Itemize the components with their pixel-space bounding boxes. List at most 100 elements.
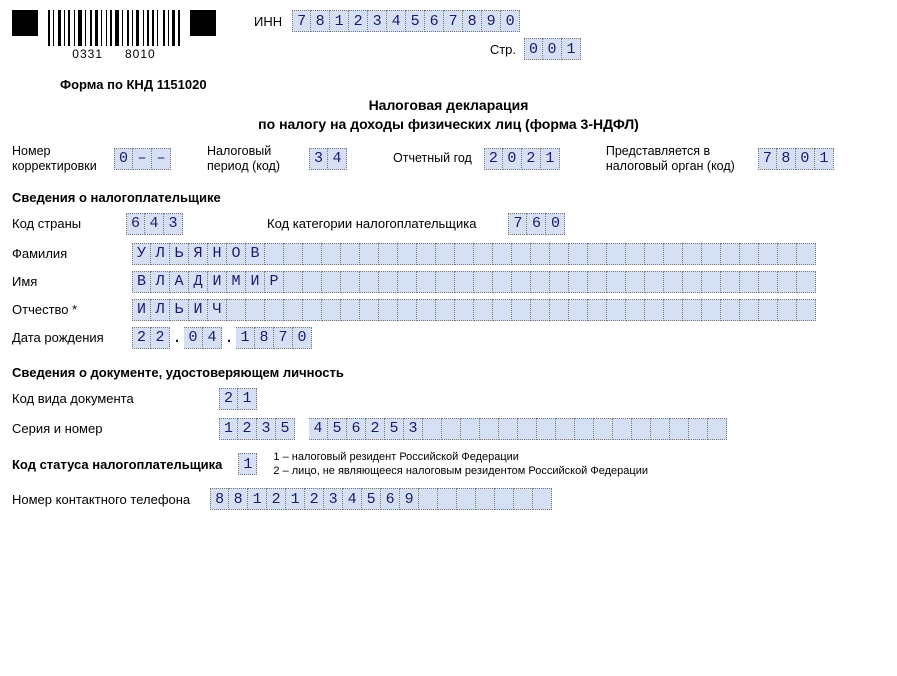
cell: 0 — [543, 38, 562, 60]
title-line-1: Налоговая декларация — [12, 96, 885, 115]
cell: Ч — [208, 299, 227, 321]
cell — [531, 299, 550, 321]
barcode-num-left: 0331 — [72, 47, 103, 61]
cell — [702, 271, 721, 293]
cell — [360, 299, 379, 321]
cell: Ь — [170, 299, 189, 321]
cell — [474, 271, 493, 293]
cell: 1 — [815, 148, 834, 170]
cell — [759, 243, 778, 265]
cell: 0 — [503, 148, 522, 170]
cell: 3 — [324, 488, 343, 510]
cell: 6 — [527, 213, 546, 235]
cell: 2 — [132, 327, 151, 349]
cell — [476, 488, 495, 510]
cell: 8 — [229, 488, 248, 510]
cell — [797, 299, 816, 321]
cell: – — [133, 148, 152, 170]
cell — [246, 299, 265, 321]
cell — [512, 243, 531, 265]
cell — [797, 243, 816, 265]
cell — [360, 271, 379, 293]
year-label: Отчетный год — [393, 151, 472, 166]
cell: Л — [151, 299, 170, 321]
barcode-num-right: 8010 — [125, 47, 156, 61]
cell — [550, 271, 569, 293]
period-label: Налоговыйпериод (код) — [207, 144, 297, 174]
cell: 0 — [293, 327, 312, 349]
cell — [379, 271, 398, 293]
cell: 4 — [343, 488, 362, 510]
cell: 2 — [484, 148, 503, 170]
cell — [607, 271, 626, 293]
document-title: Налоговая декларация по налогу на доходы… — [12, 96, 885, 134]
status-hint-1: 1 – налоговый резидент Российской Федера… — [273, 450, 648, 464]
marker-box-2 — [190, 10, 216, 36]
cell — [457, 488, 476, 510]
cell — [341, 243, 360, 265]
cell — [664, 299, 683, 321]
cell — [417, 271, 436, 293]
cell — [322, 271, 341, 293]
cell — [514, 488, 533, 510]
cell: М — [227, 271, 246, 293]
cell — [493, 271, 512, 293]
cell: 2 — [267, 488, 286, 510]
cell — [594, 418, 613, 440]
cell — [284, 243, 303, 265]
marker-box — [12, 10, 38, 36]
cell — [708, 418, 727, 440]
cell — [303, 243, 322, 265]
cell: 3 — [257, 418, 276, 440]
cell: 8 — [210, 488, 229, 510]
cell — [379, 243, 398, 265]
cell: 0 — [114, 148, 133, 170]
period-cells: 34 — [309, 148, 347, 170]
cell — [651, 418, 670, 440]
cell — [284, 271, 303, 293]
cell — [759, 299, 778, 321]
phone-cells: 88121234569 — [210, 488, 552, 510]
cell — [664, 271, 683, 293]
cell — [436, 299, 455, 321]
cell — [740, 243, 759, 265]
cell — [398, 271, 417, 293]
cell — [721, 243, 740, 265]
category-label: Код категории налогоплательщика — [267, 216, 476, 231]
cell — [455, 243, 474, 265]
cell: 2 — [349, 10, 368, 32]
cell: 2 — [522, 148, 541, 170]
cell — [607, 243, 626, 265]
cell: 7 — [274, 327, 293, 349]
cell: И — [208, 271, 227, 293]
doc-num-label: Серия и номер — [12, 421, 207, 436]
cell — [689, 418, 708, 440]
cell — [531, 243, 550, 265]
cell — [398, 243, 417, 265]
cell — [284, 299, 303, 321]
dob-cells: 22.04.1870 — [132, 327, 312, 349]
cell — [759, 271, 778, 293]
cell: Я — [189, 243, 208, 265]
cell — [797, 271, 816, 293]
cell — [438, 488, 457, 510]
cell: 0 — [184, 327, 203, 349]
country-label: Код страны — [12, 216, 114, 231]
cell: 2 — [238, 418, 257, 440]
cell — [575, 418, 594, 440]
cell: 1 — [541, 148, 560, 170]
cell — [474, 299, 493, 321]
cell — [322, 299, 341, 321]
cell — [683, 243, 702, 265]
cell — [702, 299, 721, 321]
cell — [341, 271, 360, 293]
cell — [495, 488, 514, 510]
corr-label: Номеркорректировки — [12, 144, 102, 174]
cell — [778, 243, 797, 265]
cell: И — [189, 299, 208, 321]
cell — [588, 299, 607, 321]
cell — [493, 299, 512, 321]
cell: 1 — [248, 488, 267, 510]
cell — [227, 299, 246, 321]
page-label: Стр. — [490, 42, 516, 57]
